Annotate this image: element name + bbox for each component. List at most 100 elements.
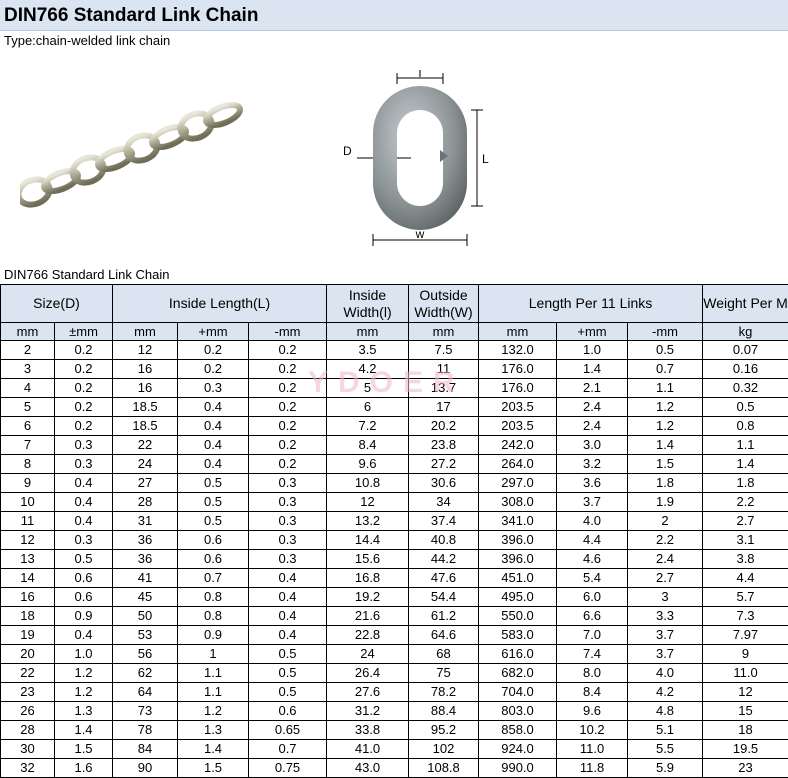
title-bar: DIN766 Standard Link Chain	[0, 0, 788, 31]
table-cell: 0.3	[248, 511, 328, 531]
table-cell: 19.5	[702, 739, 788, 759]
table-cell: 0.2	[53, 359, 114, 379]
table-cell: 30	[0, 739, 55, 759]
table-cell: 1	[177, 644, 250, 664]
table-cell: 0.2	[248, 397, 328, 417]
table-cell: 23	[702, 758, 788, 778]
table-cell: 0.9	[177, 625, 250, 645]
table-cell: 16	[112, 378, 179, 398]
table-cell: 203.5	[478, 416, 558, 436]
table-cell: 2	[627, 511, 704, 531]
table-cell: 75	[408, 663, 480, 683]
table-cell: 1.4	[556, 359, 629, 379]
table-row: 28 1.4 78 1.3 0.65 33.8 95.2 858.0 10.2 5.1 18	[0, 720, 788, 740]
table-row: 30 1.5 84 1.4 0.7 41.0 102 924.0 11.0 5.5 19.5	[0, 739, 788, 759]
table-cell: 2.4	[556, 416, 629, 436]
table-cell: 108.8	[408, 758, 480, 778]
unit-header-cell: +mm	[556, 322, 629, 341]
table-cell: 0.2	[53, 397, 114, 417]
table-cell: 64	[112, 682, 179, 702]
table-cell: 22.8	[326, 625, 410, 645]
table-cell: 0.8	[702, 416, 788, 436]
chain-link	[203, 101, 243, 129]
table-cell: 0.3	[248, 530, 328, 550]
table-cell: 16	[0, 587, 55, 607]
table-cell: 616.0	[478, 644, 558, 664]
table-cell: 31.2	[326, 701, 410, 721]
table-cell: 176.0	[478, 378, 558, 398]
table-cell: 28	[0, 720, 55, 740]
table-cell: 10.2	[556, 720, 629, 740]
unit-header-cell: -mm	[627, 322, 704, 341]
table-cell: 22	[0, 663, 55, 683]
table-cell: 2.7	[702, 511, 788, 531]
table-cell: 43.0	[326, 758, 410, 778]
table-row: 8 0.3 24 0.4 0.2 9.6 27.2 264.0 3.2 1.5 1.4	[0, 454, 788, 474]
table-cell: 32	[0, 758, 55, 778]
table-cell: 1.1	[177, 663, 250, 683]
table-cell: 4.0	[627, 663, 704, 683]
table-cell: 1.9	[627, 492, 704, 512]
table-cell: 11	[0, 511, 55, 531]
table-cell: 27.2	[408, 454, 480, 474]
table-cell: 264.0	[478, 454, 558, 474]
table-cell: 20.2	[408, 416, 480, 436]
table-cell: 1.2	[53, 682, 114, 702]
table-cell: 0.5	[627, 340, 704, 360]
table-cell: 0.3	[248, 473, 328, 493]
table-cell: 0.5	[702, 397, 788, 417]
table-cell: 13	[0, 549, 55, 569]
table-cell: 0.4	[248, 606, 328, 626]
table-cell: 0.3	[248, 549, 328, 569]
table-cell: 0.2	[248, 359, 328, 379]
table-cell: 0.2	[248, 435, 328, 455]
table-cell: 23.8	[408, 435, 480, 455]
table-cell: 27.6	[326, 682, 410, 702]
table-cell: 8.4	[556, 682, 629, 702]
table-row: 13 0.5 36 0.6 0.3 15.6 44.2 396.0 4.6 2.4 3.8	[0, 549, 788, 569]
table-cell: 4.4	[702, 568, 788, 588]
table-cell: 36	[112, 530, 179, 550]
table-cell: 3.6	[556, 473, 629, 493]
table-cell: 37.4	[408, 511, 480, 531]
table-row: 10 0.4 28 0.5 0.3 12 34 308.0 3.7 1.9 2.2	[0, 492, 788, 512]
table-cell: 451.0	[478, 568, 558, 588]
table-cell: 0.5	[177, 492, 250, 512]
table-cell: 858.0	[478, 720, 558, 740]
chain-image	[20, 101, 243, 208]
table-cell: 0.6	[177, 549, 250, 569]
table-cell: 62	[112, 663, 179, 683]
table-cell: 176.0	[478, 359, 558, 379]
table-cell: 2.1	[556, 378, 629, 398]
table-cell: 8.0	[556, 663, 629, 683]
table-cell: 1.4	[177, 739, 250, 759]
table-cell: 2.2	[702, 492, 788, 512]
table-row: 22 1.2 62 1.1 0.5 26.4 75 682.0 8.0 4.0 11.0	[0, 663, 788, 683]
table-cell: 1.2	[177, 701, 250, 721]
table-cell: 0.6	[53, 587, 114, 607]
table-cell: 0.5	[53, 549, 114, 569]
dim-label-d: D	[343, 144, 352, 158]
table-cell: 0.4	[248, 625, 328, 645]
table-cell: 9	[702, 644, 788, 664]
table-cell: 45	[112, 587, 179, 607]
table-cell: 0.65	[248, 720, 328, 740]
table-cell: 14	[0, 568, 55, 588]
table-cell: 2	[0, 340, 55, 360]
table-row: 23 1.2 64 1.1 0.5 27.6 78.2 704.0 8.4 4.2 12	[0, 682, 788, 702]
table-cell: 0.2	[248, 454, 328, 474]
table-cell: 4.2	[326, 359, 410, 379]
table-cell: 9.6	[326, 454, 410, 474]
table-cell: 0.5	[248, 682, 328, 702]
table-cell: 0.4	[177, 397, 250, 417]
table-cell: 0.6	[177, 530, 250, 550]
table-cell: 10	[0, 492, 55, 512]
table-row: 11 0.4 31 0.5 0.3 13.2 37.4 341.0 4.0 2 2.7	[0, 511, 788, 531]
table-row: 20 1.0 56 1 0.5 24 68 616.0 7.4 3.7 9	[0, 644, 788, 664]
table-cell: 0.6	[248, 701, 328, 721]
table-cell: 1.4	[627, 435, 704, 455]
table-cell: 61.2	[408, 606, 480, 626]
table-cell: 0.2	[177, 359, 250, 379]
table-cell: 0.4	[53, 473, 114, 493]
table-row: 18 0.9 50 0.8 0.4 21.6 61.2 550.0 6.6 3.3 7.3	[0, 606, 788, 626]
